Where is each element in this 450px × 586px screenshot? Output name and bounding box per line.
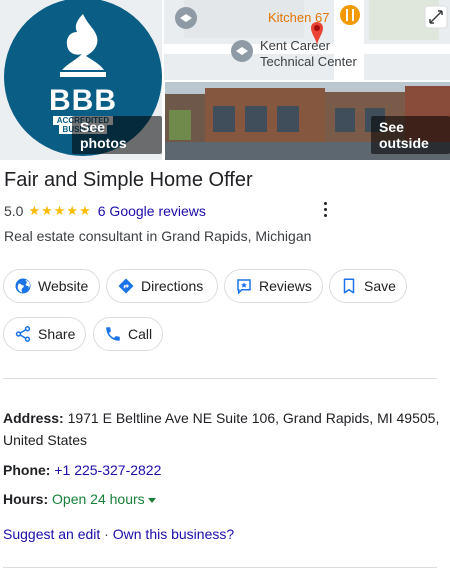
call-button[interactable]: Call (93, 317, 163, 351)
google-reviews-link[interactable]: 6 Google reviews (98, 203, 206, 219)
more-options-icon[interactable] (319, 199, 331, 223)
save-label: Save (364, 278, 396, 294)
call-label: Call (128, 326, 153, 342)
address-label: Address: (3, 410, 64, 426)
directions-icon (118, 278, 134, 294)
business-category: Real estate consultant in Grand Rapids, … (4, 228, 312, 244)
address-row: Address: 1971 E Beltline Ave NE Suite 10… (3, 407, 443, 451)
photo-strip: BBB ACCREDITEDBUSINESS See photos Kitche… (0, 0, 450, 160)
street-view-photo[interactable]: See outside (165, 82, 450, 160)
share-icon (15, 326, 31, 342)
hours-status: Open 24 hours (52, 491, 145, 507)
own-business-link[interactable]: Own this business? (113, 526, 234, 542)
phone-row: Phone: +1 225-327-2822 (3, 459, 161, 481)
rating-value: 5.0 (4, 203, 24, 219)
see-photos-button[interactable]: See photos (72, 116, 162, 154)
link-separator: · (100, 526, 113, 542)
review-star-icon (237, 279, 251, 295)
section-divider (3, 378, 437, 379)
reviews-button[interactable]: Reviews (224, 269, 323, 303)
directions-label: Directions (141, 278, 204, 294)
website-label: Website (38, 278, 89, 294)
business-name: Fair and Simple Home Offer (4, 169, 253, 191)
see-outside-button[interactable]: See outside (371, 116, 450, 154)
website-button[interactable]: Website (3, 269, 100, 303)
bookmark-icon (343, 278, 355, 294)
expand-map-icon[interactable] (425, 6, 447, 28)
map-label-restaurant: Kitchen 67 (268, 10, 329, 25)
edit-links-row: Suggest an edit · Own this business? (3, 526, 234, 542)
map-label-school-1: Kent Career (260, 38, 331, 53)
share-button[interactable]: Share (3, 317, 86, 351)
map-graphic: Kitchen 67 Kent Career Technical Center (164, 0, 450, 80)
business-logo-photo[interactable]: BBB ACCREDITEDBUSINESS See photos (0, 0, 162, 160)
address-value: 1971 E Beltline Ave NE Suite 106, Grand … (3, 410, 440, 448)
star-rating-icon: ★★★★★ (28, 203, 92, 218)
suggest-edit-link[interactable]: Suggest an edit (3, 526, 100, 542)
globe-icon (15, 278, 31, 294)
phone-label: Phone: (3, 462, 51, 478)
bbb-wordmark: BBB (49, 84, 117, 117)
phone-link[interactable]: +1 225-327-2822 (54, 462, 161, 478)
hours-dropdown[interactable]: Open 24 hours (52, 491, 156, 507)
share-label: Share (38, 326, 76, 342)
section-divider-bottom (3, 567, 437, 568)
phone-icon (106, 327, 120, 341)
directions-button[interactable]: Directions (106, 269, 218, 303)
map-label-school-2: Technical Center (260, 54, 357, 69)
save-button[interactable]: Save (329, 269, 407, 303)
rating-row: 5.0 ★★★★★ 6 Google reviews (4, 203, 206, 219)
map-thumbnail[interactable]: Kitchen 67 Kent Career Technical Center (164, 0, 450, 80)
chevron-down-icon (147, 497, 156, 503)
hours-row: Hours: Open 24 hours (3, 488, 156, 510)
hours-label: Hours: (3, 491, 49, 507)
reviews-label: Reviews (259, 278, 312, 294)
